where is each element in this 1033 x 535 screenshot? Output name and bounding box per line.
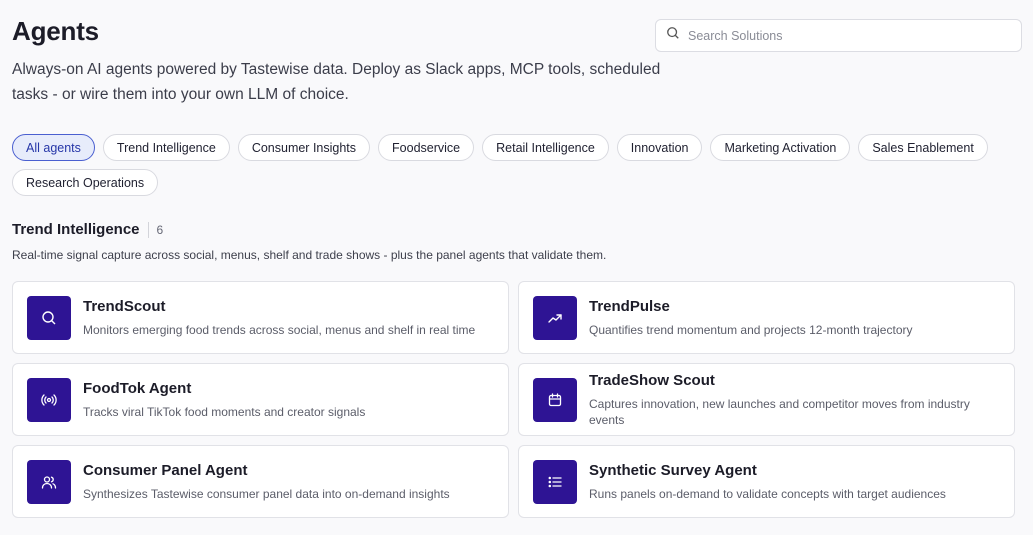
agent-card-synthetic-survey[interactable]: Synthetic Survey Agent Runs panels on-de…	[518, 445, 1015, 518]
agent-description: Runs panels on-demand to validate concep…	[589, 486, 946, 501]
search-input[interactable]	[688, 28, 1008, 43]
page-title: Agents	[12, 16, 99, 46]
filter-innovation[interactable]: Innovation	[616, 134, 703, 161]
agent-name: FoodTok Agent	[83, 379, 192, 397]
agent-name: Consumer Panel Agent	[83, 461, 248, 479]
filter-chips: All agents Trend Intelligence Consumer I…	[12, 134, 992, 196]
filter-trend-intelligence[interactable]: Trend Intelligence	[102, 134, 230, 161]
section-title: Trend Intelligence	[12, 221, 140, 238]
agent-name: TrendScout	[83, 297, 166, 315]
agent-description: Tracks viral TikTok food moments and cre…	[83, 404, 366, 419]
calendar-icon	[533, 377, 577, 422]
filter-research-operations[interactable]: Research Operations	[12, 169, 159, 196]
filter-marketing-activation[interactable]: Marketing Activation	[710, 134, 851, 161]
agent-card-trendscout[interactable]: TrendScout Monitors emerging food trends…	[12, 281, 509, 354]
agent-description: Captures innovation, new launches and co…	[589, 396, 970, 427]
section-description: Real-time signal capture across social, …	[12, 248, 607, 262]
users-icon	[27, 459, 71, 504]
agent-description: Quantifies trend momentum and projects 1…	[589, 322, 913, 337]
trending-up-icon	[533, 295, 577, 340]
search-box[interactable]	[655, 19, 1022, 52]
agent-name: TradeShow Scout	[589, 371, 715, 389]
page-subtitle: Always-on AI agents powered by Tastewise…	[12, 61, 661, 103]
agent-card-tradeshow-scout[interactable]: TradeShow Scout Captures innovation, new…	[518, 363, 1015, 436]
agent-grid: TrendScout Monitors emerging food trends…	[12, 281, 1015, 518]
filter-sales-enablement[interactable]: Sales Enablement	[858, 134, 988, 161]
agents-page: Agents Always-on AI agents powered by Ta…	[0, 0, 1033, 535]
list-icon	[533, 459, 577, 504]
section-count: 6	[147, 221, 163, 238]
agent-description: Monitors emerging food trends across soc…	[83, 322, 476, 337]
agent-name: TrendPulse	[589, 297, 670, 315]
search-icon	[666, 26, 680, 45]
filter-foodservice[interactable]: Foodservice	[378, 134, 475, 161]
agent-description: Synthesizes Tastewise consumer panel dat…	[83, 486, 450, 501]
section-header: Trend Intelligence 6	[12, 221, 163, 238]
broadcast-icon	[27, 377, 71, 422]
filter-consumer-insights[interactable]: Consumer Insights	[237, 134, 371, 161]
filter-retail-intelligence[interactable]: Retail Intelligence	[482, 134, 609, 161]
filter-all-agents[interactable]: All agents	[12, 134, 95, 161]
agent-card-trendpulse[interactable]: TrendPulse Quantifies trend momentum and…	[518, 281, 1015, 354]
agent-name: Synthetic Survey Agent	[589, 461, 757, 479]
agent-card-consumer-panel[interactable]: Consumer Panel Agent Synthesizes Tastewi…	[12, 445, 509, 518]
search-icon	[27, 295, 71, 340]
agent-card-foodtok[interactable]: FoodTok Agent Tracks viral TikTok food m…	[12, 363, 509, 436]
